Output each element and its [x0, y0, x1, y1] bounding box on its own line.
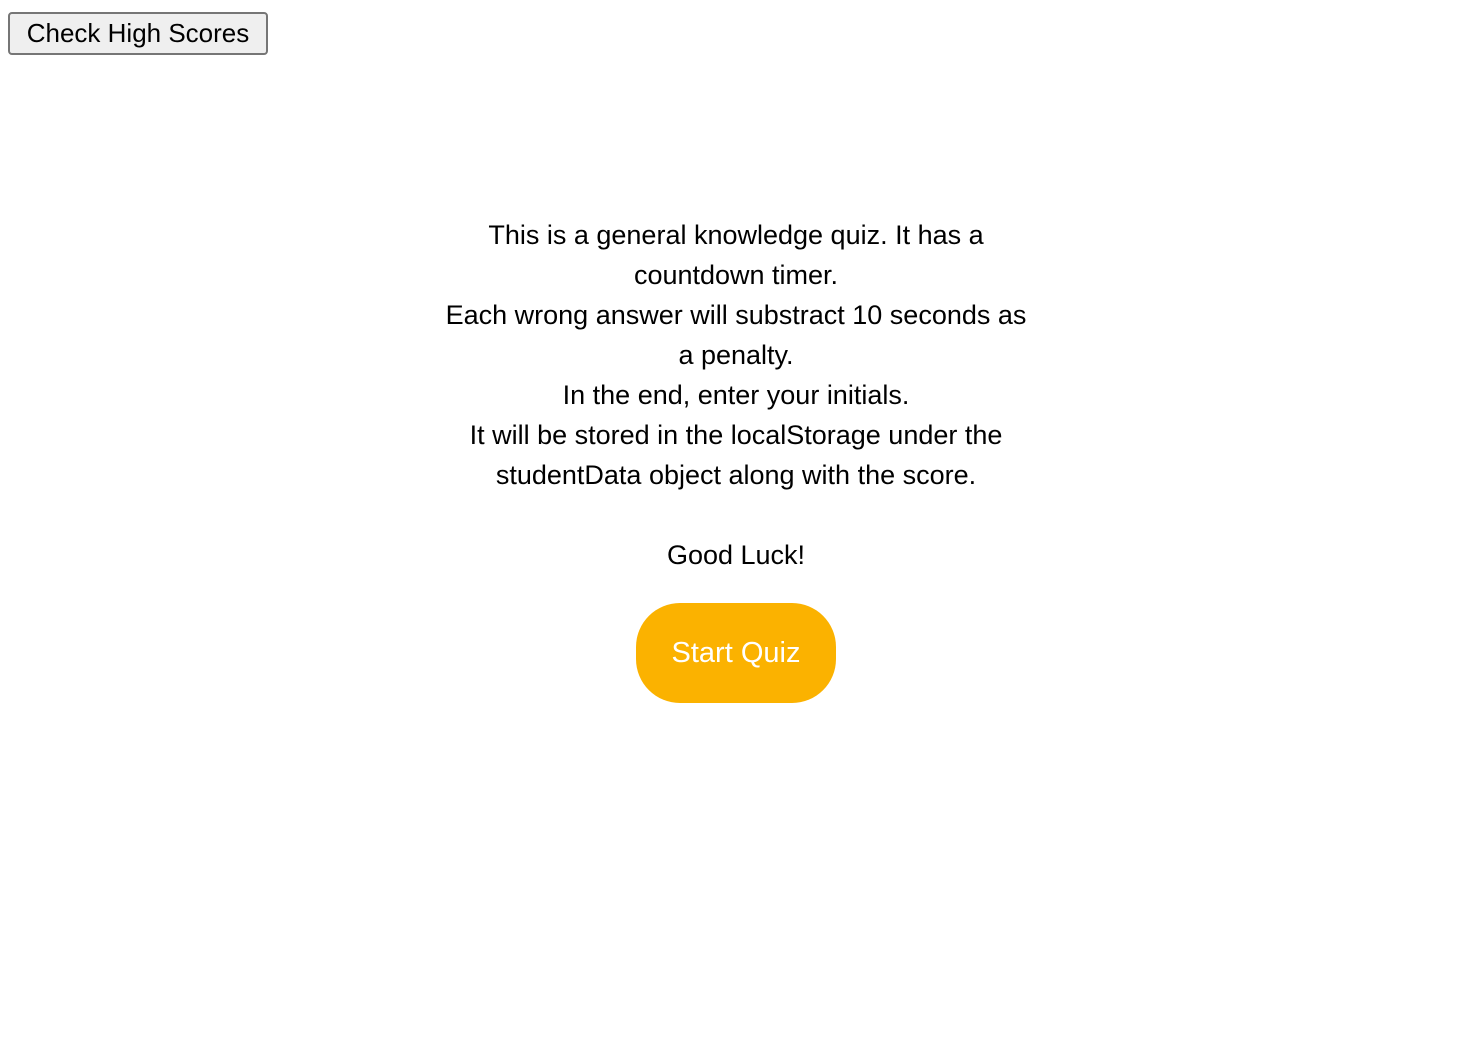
quiz-instructions: This is a general knowledge quiz. It has… — [436, 215, 1036, 575]
instruction-line-2: Each wrong answer will substract 10 seco… — [445, 300, 1027, 370]
start-quiz-container: Start Quiz — [0, 603, 1472, 703]
start-quiz-button[interactable]: Start Quiz — [636, 603, 836, 703]
instruction-line-3: In the end, enter your initials. — [562, 380, 910, 410]
instruction-line-4: It will be stored in the localStorage un… — [469, 420, 1003, 490]
good-luck-text: Good Luck! — [666, 540, 806, 570]
instruction-line-1: This is a general knowledge quiz. It has… — [488, 220, 984, 290]
check-high-scores-button[interactable]: Check High Scores — [8, 12, 268, 55]
